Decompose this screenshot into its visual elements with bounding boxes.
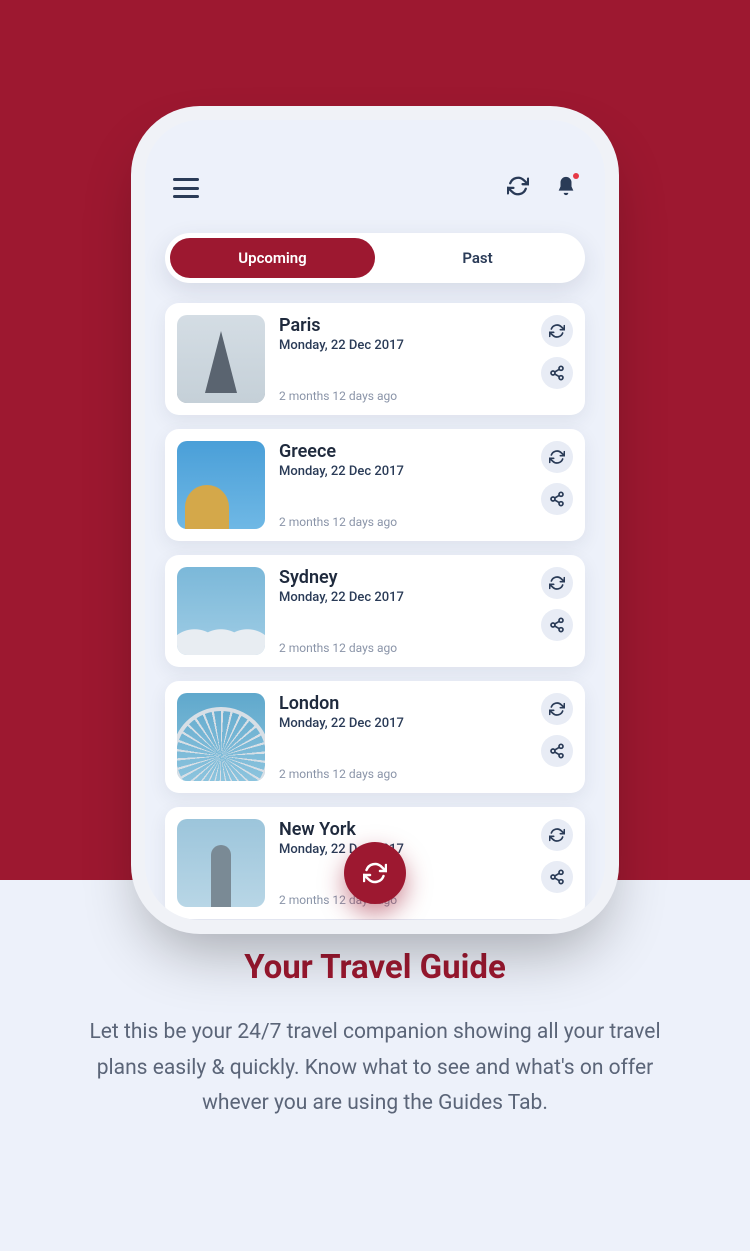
- fab-refresh[interactable]: [344, 842, 406, 904]
- refresh-icon[interactable]: [541, 567, 573, 599]
- trip-title: Paris: [279, 315, 527, 336]
- trip-date: Monday, 22 Dec 2017: [279, 716, 527, 731]
- trip-card[interactable]: Paris Monday, 22 Dec 2017 2 months 12 da…: [165, 303, 585, 415]
- trip-ago: 2 months 12 days ago: [279, 515, 527, 529]
- trip-title: Sydney: [279, 567, 527, 588]
- share-icon[interactable]: [541, 861, 573, 893]
- trip-title: New York: [279, 819, 527, 840]
- menu-icon[interactable]: [173, 178, 199, 198]
- trip-title: Greece: [279, 441, 527, 462]
- trip-date: Monday, 22 Dec 2017: [279, 464, 527, 479]
- trip-thumbnail: [177, 441, 265, 529]
- trip-date: Monday, 22 Dec 2017: [279, 842, 527, 857]
- trip-card[interactable]: Sydney Monday, 22 Dec 2017 2 months 12 d…: [165, 555, 585, 667]
- trip-ago: 2 months 12 days ago: [279, 641, 527, 655]
- trip-list: Paris Monday, 22 Dec 2017 2 months 12 da…: [165, 303, 585, 919]
- topbar: [165, 140, 585, 221]
- hero-section: Upcoming Past Paris Monday, 22 Dec 2017 …: [0, 0, 750, 880]
- share-icon[interactable]: [541, 483, 573, 515]
- promo-title: Your Travel Guide: [70, 948, 680, 987]
- share-icon[interactable]: [541, 357, 573, 389]
- trip-ago: 2 months 12 days ago: [279, 389, 527, 403]
- refresh-icon[interactable]: [541, 819, 573, 851]
- trip-date: Monday, 22 Dec 2017: [279, 338, 527, 353]
- trip-ago: 2 months 12 days ago: [279, 767, 527, 781]
- trip-card[interactable]: Greece Monday, 22 Dec 2017 2 months 12 d…: [165, 429, 585, 541]
- share-icon[interactable]: [541, 735, 573, 767]
- trip-ago: 2 months 12 days ago: [279, 893, 527, 907]
- trip-title: London: [279, 693, 527, 714]
- refresh-icon[interactable]: [541, 693, 573, 725]
- trip-thumbnail: [177, 315, 265, 403]
- tab-upcoming[interactable]: Upcoming: [170, 238, 375, 278]
- tab-bar: Upcoming Past: [165, 233, 585, 283]
- notification-dot: [573, 173, 579, 179]
- topbar-actions: [507, 175, 577, 201]
- trip-thumbnail: [177, 819, 265, 907]
- bell-icon[interactable]: [555, 175, 577, 201]
- refresh-icon[interactable]: [541, 441, 573, 473]
- refresh-icon[interactable]: [541, 315, 573, 347]
- promo-body: Let this be your 24/7 travel companion s…: [70, 1015, 680, 1122]
- trip-thumbnail: [177, 567, 265, 655]
- share-icon[interactable]: [541, 609, 573, 641]
- trip-date: Monday, 22 Dec 2017: [279, 590, 527, 605]
- phone-mockup: Upcoming Past Paris Monday, 22 Dec 2017 …: [145, 120, 605, 920]
- tab-past[interactable]: Past: [375, 238, 580, 278]
- trip-card[interactable]: London Monday, 22 Dec 2017 2 months 12 d…: [165, 681, 585, 793]
- trip-thumbnail: [177, 693, 265, 781]
- app-screen: Upcoming Past Paris Monday, 22 Dec 2017 …: [145, 120, 605, 920]
- refresh-icon[interactable]: [507, 175, 529, 201]
